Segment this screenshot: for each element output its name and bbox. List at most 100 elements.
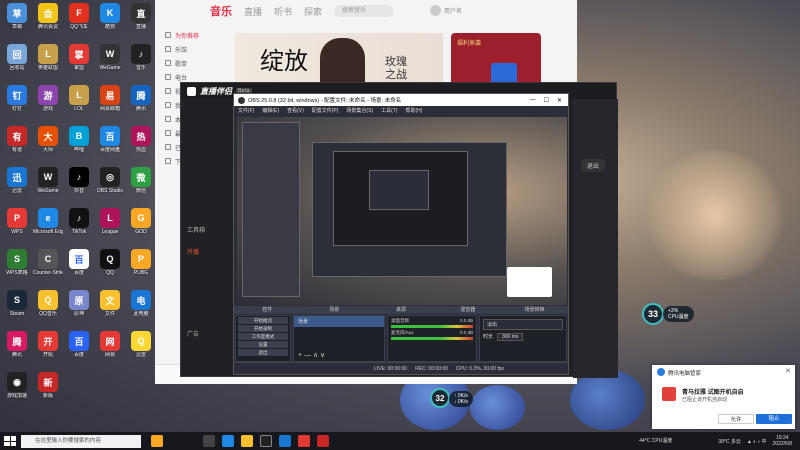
task-view-icon[interactable] (203, 435, 215, 447)
desktop-icon[interactable]: 百百度 (64, 331, 94, 358)
obs-menu-item[interactable]: 帮助(H) (405, 107, 422, 114)
desktop-icon[interactable]: 开开始 (33, 331, 63, 358)
desktop-icon[interactable]: K 酷狗 (95, 3, 125, 30)
desktop-icon[interactable]: 百百度 (64, 249, 94, 276)
desktop-icon[interactable]: 文文件 (95, 290, 125, 317)
obs-menu-item[interactable]: 查看(V) (287, 107, 304, 114)
desktop-icon[interactable]: 腾腾讯 (126, 85, 156, 112)
tab-explore[interactable]: 探索 (304, 5, 322, 18)
obs-control-button[interactable]: 工作室模式 (238, 333, 288, 340)
obs-menu-item[interactable]: 场景集合(S) (346, 107, 373, 114)
desktop-icon[interactable]: Q 迅雷 (126, 331, 156, 358)
desktop-icon[interactable]: Q QQ音乐 (33, 290, 63, 317)
desktop-icon[interactable]: P WPS (2, 208, 32, 235)
scene-add-icon[interactable]: + — ∧ ∨ (298, 351, 325, 359)
desktop-icon[interactable]: B 哔哩 (64, 126, 94, 153)
obs-menu-item[interactable]: 配置文件(P) (312, 107, 339, 114)
sidebar-item[interactable]: 为你推荐 (155, 28, 230, 42)
block-button[interactable]: 阻止 (756, 414, 792, 424)
desktop-icon[interactable]: 掌掌盟 (64, 44, 94, 71)
desktop-icon[interactable]: L League (95, 208, 125, 235)
desktop-icon[interactable]: L 英雄联盟 (33, 44, 63, 71)
stream-taskbar-icon[interactable] (317, 435, 329, 447)
net-gauge[interactable]: 32 (430, 388, 450, 408)
desktop-icon[interactable]: F QQ飞车 (64, 3, 94, 30)
desktop-icon[interactable]: 新新版 (33, 372, 63, 399)
app-taskbar-icon[interactable] (279, 435, 291, 447)
desktop-icon[interactable]: 原原神 (64, 290, 94, 317)
obs-control-button[interactable]: 开始录制 (238, 325, 288, 332)
ad-item[interactable]: 广告 (187, 329, 199, 338)
taskbar-search-input[interactable]: 在这里输入你要搜索的内容 (21, 434, 141, 448)
maximize-icon[interactable]: ☐ (544, 97, 549, 104)
desktop-icon[interactable]: 草草稿 (2, 3, 32, 30)
desktop-icon[interactable]: W WeGame (33, 167, 63, 194)
desktop-icon[interactable]: 钉钉钉 (2, 85, 32, 112)
desktop-icon[interactable]: eMicrosoft Edge (33, 208, 63, 235)
desktop-icon[interactable]: 易网易邮箱 (95, 85, 125, 112)
desktop-icon[interactable]: ♪ 音乐 (126, 44, 156, 71)
desktop-icon[interactable]: ♪ TikTok (64, 208, 94, 235)
desktop-icon[interactable]: P PUBG (126, 249, 156, 276)
desktop-icon[interactable]: 网网易 (95, 331, 125, 358)
tab-audiobook[interactable]: 听书 (274, 5, 292, 18)
cpu-temp-tray[interactable]: 44°C CPU温度 (639, 438, 672, 444)
obs-taskbar-icon[interactable] (260, 435, 272, 447)
obs-preview-canvas[interactable] (237, 117, 567, 305)
mixer-desktop-audio: 桌面音频 0.0 dB (391, 318, 473, 328)
weather-tray[interactable]: 38°C 多云 (718, 438, 741, 445)
desktop-icon[interactable]: S WPS表格 (2, 249, 32, 276)
desktop-icon[interactable]: ◎ OBS Studio (95, 167, 125, 194)
obs-control-button[interactable]: 设置 (238, 341, 288, 348)
desktop-icon[interactable]: 迅迅雷 (2, 167, 32, 194)
desktop-icon[interactable]: ◉ 游戏加速 (2, 372, 32, 399)
allow-button[interactable]: 允许 (718, 414, 754, 424)
desktop-icon[interactable]: W WeGame (95, 44, 125, 71)
desktop-icon[interactable]: C Counter-Strike (33, 249, 63, 276)
obs-control-button[interactable]: 开始推流 (238, 317, 288, 324)
explorer-icon[interactable] (241, 435, 253, 447)
tab-music[interactable]: 音乐 (210, 3, 232, 19)
desktop-icon[interactable]: 会腾讯会议 (33, 3, 63, 30)
obs-menu-item[interactable]: 编辑(E) (262, 107, 279, 114)
sidebar-item[interactable]: 歌单 (155, 56, 230, 70)
transition-select[interactable]: 淡出 (483, 319, 563, 330)
desktop-icon[interactable]: L LOL (64, 85, 94, 112)
desktop-icon[interactable]: G GOD (126, 208, 156, 235)
clock[interactable]: 19:24 2022/6/8 (773, 435, 792, 447)
exit-button[interactable]: 退出 (581, 159, 606, 172)
minimize-icon[interactable]: — (530, 97, 536, 104)
obs-menu-item[interactable]: 工具(T) (381, 107, 397, 114)
obs-menu-item[interactable]: 文件(F) (238, 107, 254, 114)
scene-item[interactable]: 场景 (294, 316, 384, 327)
pinned-app-icon[interactable] (151, 435, 163, 447)
desktop-icon[interactable]: 腾腾讯 (2, 331, 32, 358)
desktop-icon[interactable]: 直直播 (126, 3, 156, 30)
desktop-icon[interactable]: Q QQ (95, 249, 125, 276)
desktop-icon[interactable]: 百百度网盘 (95, 126, 125, 153)
desktop-icon[interactable]: 大大师 (33, 126, 63, 153)
windows-start-icon[interactable] (4, 436, 16, 446)
tray-icons[interactable]: ▲ ◐ ♪ 中 (747, 438, 767, 445)
desktop-icon[interactable]: 回回收站 (2, 44, 32, 71)
sidebar-icon (165, 144, 171, 150)
desktop-icon[interactable]: 游游戏 (33, 85, 63, 112)
music-search-input[interactable]: 搜索音乐 (334, 5, 395, 17)
desktop-icon[interactable]: S Steam (2, 290, 32, 317)
close-icon[interactable]: ✕ (557, 97, 562, 104)
music-taskbar-icon[interactable] (298, 435, 310, 447)
desktop-icon[interactable]: 有有道 (2, 126, 32, 153)
desktop-icon[interactable]: 电此电脑 (126, 290, 156, 317)
duration-input[interactable]: 300 ms (497, 333, 524, 341)
desktop-icon[interactable]: 热热血 (126, 126, 156, 153)
close-icon[interactable]: ✕ (785, 367, 791, 375)
cpu-gauge[interactable]: 33 (642, 303, 664, 325)
desktop-icon[interactable]: ♪ 抖音 (64, 167, 94, 194)
music-user[interactable]: 用户名 (430, 5, 462, 16)
obs-control-button[interactable]: 退出 (238, 349, 288, 356)
tab-live[interactable]: 直播 (244, 5, 262, 18)
start-live-item[interactable]: 开播 (187, 247, 199, 256)
sidebar-item[interactable]: 乐馆 (155, 42, 230, 56)
edge-icon[interactable] (222, 435, 234, 447)
desktop-icon[interactable]: 微微信 (126, 167, 156, 194)
